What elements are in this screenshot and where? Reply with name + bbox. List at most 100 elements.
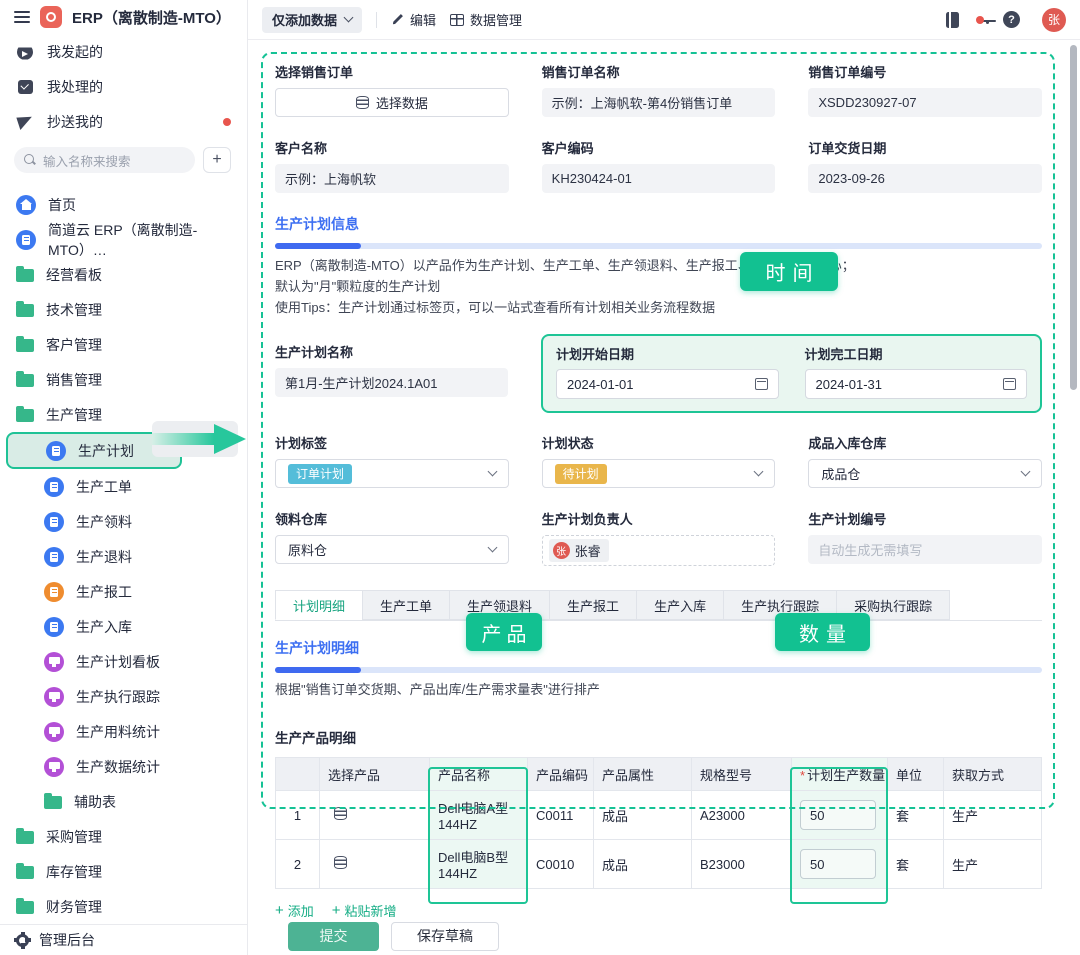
annotation-time-badge: 时间 xyxy=(740,252,838,291)
user-avatar[interactable]: 张 xyxy=(1042,8,1066,32)
sidebar-item-tech-mgmt[interactable]: 技术管理 xyxy=(0,292,247,327)
sidebar-item-inventory-mgmt[interactable]: 库存管理 xyxy=(0,854,247,889)
sidebar-item-admin-console[interactable]: 管理后台 xyxy=(0,924,247,955)
sidebar-item-data-stats[interactable]: 生产数据统计 xyxy=(0,749,247,784)
sidebar-item-work-order[interactable]: 生产工单 xyxy=(0,469,247,504)
field-label: 销售订单名称 xyxy=(542,62,776,81)
sidebar-quick-section: 我发起的 我处理的 抄送我的 xyxy=(0,34,247,139)
product-table: 选择产品 产品名称 产品编码 产品属性 规格型号 *计划生产数量 单位 获取方式… xyxy=(275,757,1042,889)
help-button[interactable]: ? xyxy=(1003,11,1020,28)
notification-dot xyxy=(976,16,984,24)
initiated-icon xyxy=(16,43,34,61)
annotation-quantity-badge: 数量 xyxy=(775,613,870,651)
tab-work-report[interactable]: 生产报工 xyxy=(549,590,637,620)
tab-inbound[interactable]: 生产入库 xyxy=(636,590,724,620)
journal-icon[interactable] xyxy=(946,12,959,28)
product-table-title: 生产产品明细 xyxy=(275,727,1042,747)
calendar-icon xyxy=(1003,378,1016,390)
search-icon xyxy=(24,154,36,166)
field-label: 计划开始日期 xyxy=(556,344,779,363)
chevron-down-icon xyxy=(344,13,354,23)
submit-button[interactable]: 提交 xyxy=(288,922,379,951)
field-label: 客户编码 xyxy=(542,138,776,157)
sidebar-search-row: 输入名称来搜索 + xyxy=(0,139,247,179)
sidebar-item-my-initiated[interactable]: 我发起的 xyxy=(0,34,247,69)
divider xyxy=(376,12,377,28)
sidebar-item-business-board[interactable]: 经营看板 xyxy=(0,257,247,292)
dashboard-icon xyxy=(44,687,64,707)
qty-input[interactable]: 50 xyxy=(800,849,876,879)
customer-no-field: KH230424-01 xyxy=(542,164,776,193)
sidebar-item-work-report[interactable]: 生产报工 xyxy=(0,574,247,609)
search-input[interactable]: 输入名称来搜索 xyxy=(14,147,195,173)
add-app-button[interactable]: + xyxy=(203,147,231,173)
plan-tag-select[interactable]: 订单计划 xyxy=(275,459,509,488)
table-header-row: 选择产品 产品名称 产品编码 产品属性 规格型号 *计划生产数量 单位 获取方式 xyxy=(276,758,1042,791)
customer-name-field: 示例：上海帆软 xyxy=(275,164,509,193)
sidebar: ERP（离散制造-MTO） 我发起的 我处理的 抄送我的 输入名称来搜索 + xyxy=(0,0,248,955)
sidebar-item-aux-tables[interactable]: 辅助表 xyxy=(0,784,247,819)
search-placeholder: 输入名称来搜索 xyxy=(43,151,131,170)
send-icon xyxy=(16,113,34,131)
database-icon xyxy=(356,96,369,109)
doc-icon xyxy=(44,512,64,532)
doc-icon xyxy=(16,230,36,250)
sidebar-item-purchase-mgmt[interactable]: 采购管理 xyxy=(0,819,247,854)
field-label: 订单交货日期 xyxy=(808,138,1042,157)
form-content: 时间 产品 数量 选择销售订单 选择数据 销售订单名称 示例：上海帆软-第4份销… xyxy=(248,40,1080,955)
sidebar-item-jiandaoyun-erp[interactable]: 简道云 ERP（离散制造-MTO）… xyxy=(0,222,247,257)
sidebar-item-production-inbound[interactable]: 生产入库 xyxy=(0,609,247,644)
erp-screen: ERP（离散制造-MTO） 我发起的 我处理的 抄送我的 输入名称来搜索 + xyxy=(0,0,1080,955)
pencil-icon xyxy=(391,13,404,26)
data-manage-button[interactable]: 数据管理 xyxy=(450,10,522,29)
sidebar-item-finance-mgmt[interactable]: 财务管理 xyxy=(0,889,247,924)
vertical-scrollbar[interactable] xyxy=(1070,45,1077,390)
sidebar-item-production-mgmt[interactable]: 生产管理 xyxy=(0,397,247,432)
end-date-input[interactable]: 2024-01-31 xyxy=(805,369,1028,399)
fg-warehouse-select[interactable]: 成品仓 xyxy=(808,459,1042,488)
member-chip: 张 张睿 xyxy=(549,539,609,562)
plan-status-select[interactable]: 待计划 xyxy=(542,459,776,488)
dashboard-icon xyxy=(44,722,64,742)
sidebar-item-home[interactable]: 首页 xyxy=(0,187,247,222)
select-product-cell[interactable] xyxy=(320,791,430,840)
folder-icon xyxy=(16,269,34,282)
section-title-plan-info: 生产计划信息 xyxy=(275,214,1042,234)
save-draft-button[interactable]: 保存草稿 xyxy=(391,922,499,951)
folder-icon xyxy=(16,339,34,352)
select-product-cell[interactable] xyxy=(320,840,430,889)
chevron-down-icon xyxy=(487,543,497,553)
sidebar-item-my-todo[interactable]: 我处理的 xyxy=(0,69,247,104)
sidebar-item-sales-mgmt[interactable]: 销售管理 xyxy=(0,362,247,397)
field-label: 领料仓库 xyxy=(275,509,509,528)
main-area: 仅添加数据 编辑 数据管理 ? 张 xyxy=(248,0,1080,955)
home-icon xyxy=(16,195,36,215)
section-progress-bar xyxy=(275,667,1042,673)
add-mode-dropdown[interactable]: 仅添加数据 xyxy=(262,7,362,33)
table-row: 2 Dell电脑B型 144HZ C0010 成品 B23000 50 套 生产 xyxy=(276,840,1042,889)
sidebar-item-exec-tracking[interactable]: 生产执行跟踪 xyxy=(0,679,247,714)
select-data-button[interactable]: 选择数据 xyxy=(275,88,509,117)
menu-toggle-icon[interactable] xyxy=(14,11,30,13)
sidebar-item-customer-mgmt[interactable]: 客户管理 xyxy=(0,327,247,362)
owner-member-field[interactable]: 张 张睿 xyxy=(542,535,776,566)
material-warehouse-select[interactable]: 原料仓 xyxy=(275,535,509,564)
sidebar-item-plan-board[interactable]: 生产计划看板 xyxy=(0,644,247,679)
tag-pending-plan: 待计划 xyxy=(555,464,607,484)
sidebar-item-material-stats[interactable]: 生产用料统计 xyxy=(0,714,247,749)
qty-input[interactable]: 50 xyxy=(800,800,876,830)
sidebar-item-cc-me[interactable]: 抄送我的 xyxy=(0,104,247,139)
plan-name-field: 第1月-生产计划2024.1A01 xyxy=(275,368,508,397)
edit-button[interactable]: 编辑 xyxy=(391,10,436,29)
folder-icon xyxy=(16,374,34,387)
tab-plan-detail[interactable]: 计划明细 xyxy=(275,590,363,620)
sidebar-item-material-return[interactable]: 生产退料 xyxy=(0,539,247,574)
notification-dot xyxy=(223,118,231,126)
sidebar-item-material-pick[interactable]: 生产领料 xyxy=(0,504,247,539)
start-date-input[interactable]: 2024-01-01 xyxy=(556,369,779,399)
sidebar-item-production-plan[interactable]: 生产计划 xyxy=(6,432,182,469)
field-label: 计划完工日期 xyxy=(805,344,1028,363)
table-row: 1 Dell电脑A型 144HZ C0011 成品 A23000 50 套 生产 xyxy=(276,791,1042,840)
tab-work-order[interactable]: 生产工单 xyxy=(362,590,450,620)
folder-icon xyxy=(16,304,34,317)
